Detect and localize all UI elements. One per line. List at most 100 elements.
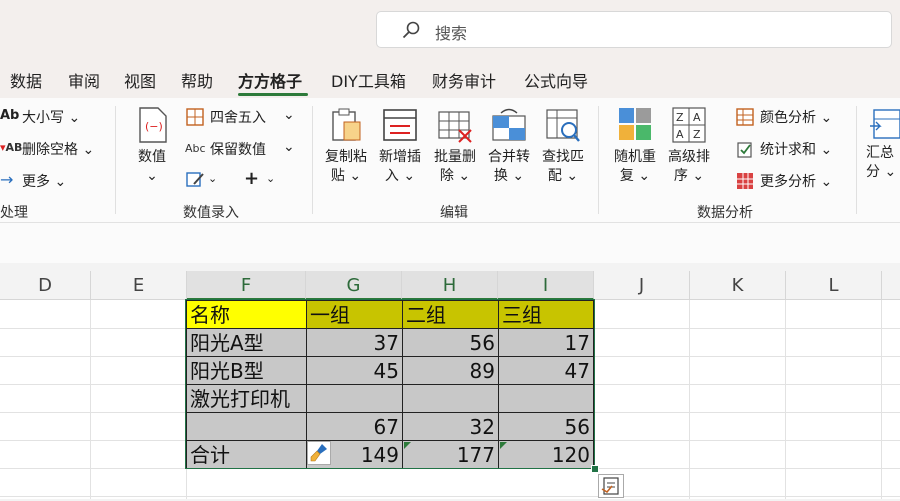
clipboard-icon	[328, 106, 364, 144]
column-header-h[interactable]: H	[402, 271, 498, 300]
summary-dropdown: 分 ⌄	[866, 164, 897, 180]
grid-line	[90, 300, 91, 499]
table-header-cell[interactable]: 名称	[187, 301, 307, 329]
find-match-label: 查找匹	[542, 149, 584, 165]
tab-help[interactable]: 帮助	[181, 68, 213, 92]
group-label-numeric: 数值录入	[183, 205, 239, 221]
svg-text:A: A	[676, 128, 684, 141]
title-bar: 搜索	[0, 0, 900, 62]
column-header-e[interactable]: E	[91, 271, 187, 300]
edit-cell-icon[interactable]	[186, 171, 204, 189]
edit-cell-dropdown-icon[interactable]: ⌄	[208, 172, 217, 185]
merge-convert-button[interactable]: 合并转 换 ⌄	[482, 106, 536, 186]
active-tab-indicator	[238, 93, 308, 96]
svg-text:A: A	[693, 111, 701, 124]
brush-icon	[310, 444, 327, 462]
table-cell[interactable]: 17	[499, 329, 594, 357]
tab-data[interactable]: 数据	[10, 68, 42, 92]
more-analysis-icon	[737, 173, 753, 189]
table-header-cell[interactable]: 三组	[499, 301, 594, 329]
random-repeat-label: 随机重	[614, 149, 656, 165]
summary-split-button[interactable]: 汇总 分 ⌄	[866, 106, 900, 182]
table-cell[interactable]: 56	[403, 329, 499, 357]
more-text-button[interactable]: 更多 ⌄	[22, 171, 66, 191]
case-icon: Ab	[0, 108, 20, 123]
abc-icon: Abc	[185, 142, 206, 155]
copy-paste-button[interactable]: 复制粘 贴 ⌄	[319, 106, 373, 186]
insert-new-label: 新增插	[379, 149, 421, 165]
ribbon-separator	[312, 106, 313, 214]
column-header-l[interactable]: L	[786, 271, 882, 300]
round-button[interactable]: 四舍五入	[210, 107, 266, 127]
table-cell[interactable]: 45	[307, 357, 403, 385]
table-cell[interactable]: 阳光A型	[187, 329, 307, 357]
search-box[interactable]: 搜索	[376, 11, 892, 48]
tab-fangfang[interactable]: 方方格子	[238, 68, 302, 92]
table-cell[interactable]: 合计	[187, 441, 307, 469]
color-analysis-button[interactable]: 颜色分析 ⌄	[760, 107, 832, 127]
grid-line	[785, 300, 786, 499]
table-cell[interactable]: 89	[403, 357, 499, 385]
column-header-f[interactable]: F	[187, 271, 306, 300]
merge-convert-dropdown: 换 ⌄	[493, 168, 525, 184]
formula-bar[interactable]	[0, 223, 900, 263]
column-header-j[interactable]: J	[594, 271, 690, 300]
tab-diy-toolbox[interactable]: DIY工具箱	[331, 68, 406, 92]
error-indicator	[404, 442, 411, 449]
table-cell[interactable]: 47	[499, 357, 594, 385]
table-cell[interactable]: 37	[307, 329, 403, 357]
fill-handle[interactable]	[591, 465, 599, 473]
more-analysis-button[interactable]: 更多分析 ⌄	[760, 171, 832, 191]
round-dropdown-icon[interactable]: ⌄	[283, 107, 295, 123]
remove-spaces-button[interactable]: 删除空格 ⌄	[22, 139, 94, 159]
insert-symbol-dropdown-icon[interactable]: ⌄	[266, 172, 275, 185]
table-cell[interactable]: 阳光B型	[187, 357, 307, 385]
error-indicator	[500, 442, 507, 449]
keep-values-dropdown-icon[interactable]: ⌄	[283, 139, 295, 155]
tab-review[interactable]: 审阅	[68, 68, 100, 92]
summary-icon	[866, 106, 900, 144]
insert-new-button[interactable]: 新增插 入 ⌄	[373, 106, 427, 186]
numeric-button[interactable]: (−) 数值 ⌄	[125, 106, 179, 186]
column-header-m[interactable]	[882, 271, 900, 300]
ribbon-separator	[115, 106, 116, 214]
svg-text:Z: Z	[693, 128, 701, 141]
round-icon	[186, 108, 204, 126]
error-options-button[interactable]	[307, 441, 331, 465]
table-cell[interactable]: 激光打印机	[187, 385, 307, 413]
color-analysis-icon	[736, 108, 754, 126]
random-repeat-button[interactable]: 随机重 复 ⌄	[608, 106, 662, 186]
table-cell[interactable]	[187, 413, 307, 441]
ribbon-tabs: 数据 审阅 视图 帮助 方方格子 DIY工具箱 财务审计 公式向导	[0, 62, 900, 98]
tab-formula-wizard[interactable]: 公式向导	[524, 68, 588, 92]
column-header-d[interactable]: D	[0, 271, 91, 300]
keep-values-button[interactable]: 保留数值	[210, 139, 266, 159]
advanced-sort-label: 高级排	[668, 149, 710, 165]
tab-finance-audit[interactable]: 财务审计	[432, 68, 496, 92]
copy-paste-label: 复制粘	[325, 149, 367, 165]
column-header-i[interactable]: I	[498, 271, 594, 300]
table-cell[interactable]	[499, 385, 594, 413]
table-cell[interactable]	[307, 385, 403, 413]
batch-delete-button[interactable]: 批量删 除 ⌄	[428, 106, 482, 186]
search-icon	[402, 21, 420, 39]
table-cell[interactable]	[403, 385, 499, 413]
case-button[interactable]: 大小写 ⌄	[22, 107, 80, 127]
numeric-label: 数值	[138, 149, 166, 165]
tab-view[interactable]: 视图	[124, 68, 156, 92]
advanced-sort-button[interactable]: Z A A Z 高级排 序 ⌄	[662, 106, 716, 186]
table-cell[interactable]: 120	[499, 441, 594, 469]
table-header-cell[interactable]: 一组	[307, 301, 403, 329]
table-cell[interactable]: 56	[499, 413, 594, 441]
quick-analysis-button[interactable]	[598, 474, 624, 498]
sum-stats-button[interactable]: 统计求和 ⌄	[760, 139, 832, 159]
column-header-g[interactable]: G	[306, 271, 402, 300]
table-cell[interactable]: 67	[307, 413, 403, 441]
column-header-k[interactable]: K	[690, 271, 786, 300]
find-match-button[interactable]: 查找匹 配 ⌄	[536, 106, 590, 186]
random-repeat-dropdown: 复 ⌄	[619, 168, 651, 184]
insert-symbol-button[interactable]: +	[244, 168, 259, 189]
table-cell[interactable]: 32	[403, 413, 499, 441]
table-header-cell[interactable]: 二组	[403, 301, 499, 329]
table-cell[interactable]: 177	[403, 441, 499, 469]
